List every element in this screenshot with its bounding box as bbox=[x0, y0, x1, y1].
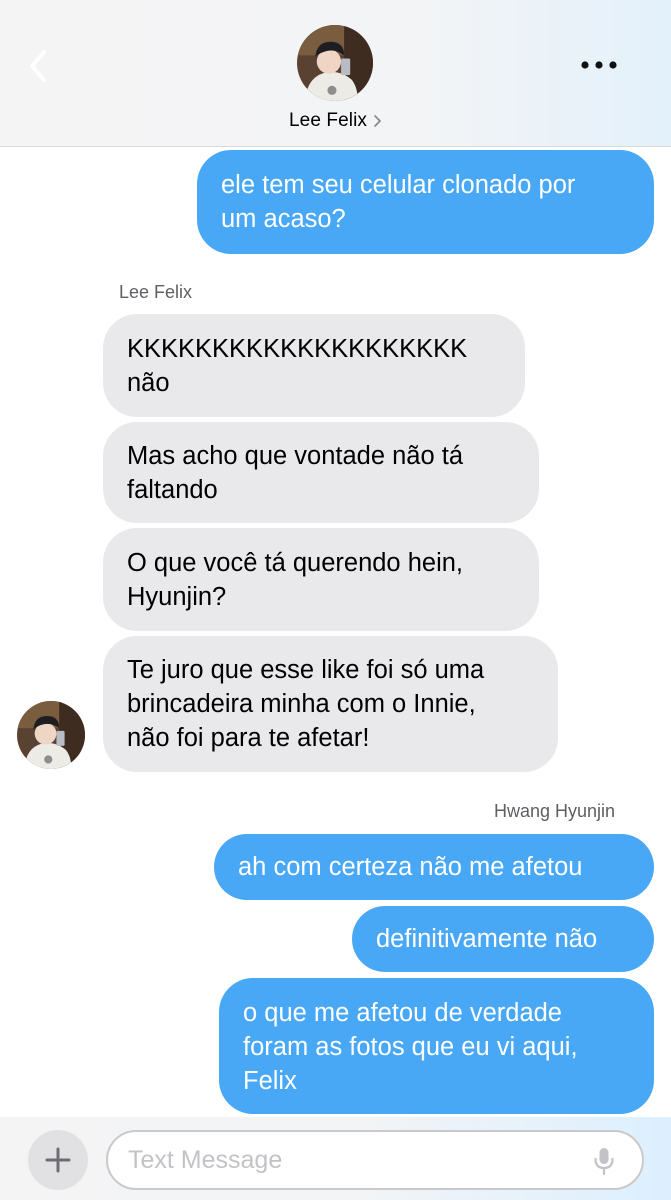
message-bubble-incoming[interactable]: O que você tá querendo hein, Hyunjin? bbox=[103, 528, 539, 631]
message-input-container[interactable] bbox=[106, 1130, 644, 1190]
microphone-icon[interactable] bbox=[592, 1146, 616, 1176]
add-attachment-button[interactable] bbox=[28, 1130, 88, 1190]
chevron-left-icon[interactable] bbox=[24, 46, 54, 86]
sender-avatar[interactable] bbox=[17, 701, 85, 769]
message-bubble-incoming[interactable]: KKKKKKKKKKKKKKKKKKKK não bbox=[103, 314, 525, 417]
conversation-header: Lee Felix bbox=[0, 0, 671, 147]
ellipsis-icon[interactable] bbox=[578, 52, 620, 78]
message-bubble-outgoing[interactable]: definitivamente não bbox=[352, 906, 654, 972]
message-composer bbox=[0, 1117, 671, 1200]
message-bubble-outgoing[interactable]: ele tem seu celular clonado por um acaso… bbox=[197, 150, 654, 254]
sender-label: Hwang Hyunjin bbox=[494, 801, 616, 821]
message-bubble-outgoing[interactable]: o que me afetou de verdade foram as foto… bbox=[219, 978, 654, 1114]
message-bubble-incoming[interactable]: Mas acho que vontade não tá faltando bbox=[103, 422, 539, 523]
contact-avatar[interactable] bbox=[297, 25, 373, 101]
plus-icon bbox=[45, 1147, 71, 1173]
chevron-right-icon bbox=[374, 115, 381, 127]
sender-label: Lee Felix bbox=[119, 282, 193, 302]
contact-name: Lee Felix bbox=[289, 110, 367, 131]
message-bubble-incoming[interactable]: Te juro que esse like foi só uma brincad… bbox=[103, 636, 558, 772]
message-input[interactable] bbox=[128, 1140, 568, 1180]
contact-name-button[interactable]: Lee Felix bbox=[0, 110, 671, 132]
message-bubble-outgoing[interactable]: ah com certeza não me afetou bbox=[214, 834, 654, 900]
